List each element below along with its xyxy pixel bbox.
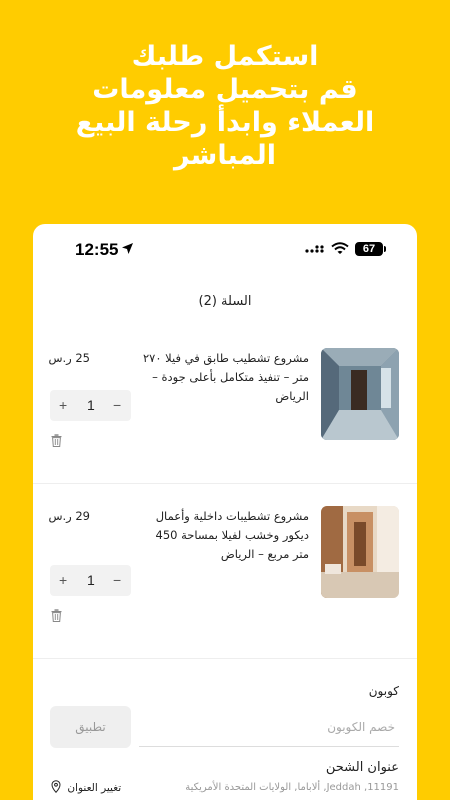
headline-line-2: قم بتحميل معلومات bbox=[92, 74, 358, 105]
quantity-value: 1 bbox=[87, 572, 95, 588]
minus-button[interactable]: − bbox=[113, 397, 121, 413]
phone-screen: 12:55 67 السلة (2) مشروع تشطيب طابق في ف… bbox=[33, 224, 417, 800]
battery-icon: 67 bbox=[355, 242, 383, 256]
wifi-icon bbox=[331, 242, 349, 254]
battery-tip bbox=[384, 246, 386, 252]
location-arrow-icon bbox=[122, 243, 133, 254]
divider bbox=[33, 658, 417, 659]
minus-button[interactable]: − bbox=[113, 572, 121, 588]
item-image-interior[interactable] bbox=[321, 506, 399, 598]
change-address-link[interactable]: تغيير العنوان bbox=[51, 780, 121, 794]
cellular-signal-icon bbox=[305, 245, 324, 253]
status-time: 12:55 bbox=[75, 240, 119, 259]
apply-coupon-button[interactable]: تطبيق bbox=[50, 706, 131, 748]
trash-icon[interactable] bbox=[51, 609, 62, 622]
item-price: 25 ر.س bbox=[48, 351, 90, 365]
plus-button[interactable]: + bbox=[59, 397, 67, 413]
headline-line-3: العملاء وابدأ رحلة البيع bbox=[75, 107, 375, 138]
status-bar: 12:55 67 bbox=[33, 224, 417, 276]
location-pin-icon bbox=[51, 780, 61, 794]
trash-icon[interactable] bbox=[51, 434, 62, 447]
change-address-label: تغيير العنوان bbox=[67, 782, 122, 794]
promo-headline: استكمل طلبك قم بتحميل معلومات العملاء وا… bbox=[0, 40, 450, 172]
item-name[interactable]: مشروع تشطيب طابق في فيلا ٢٧٠ متر – تنفيذ… bbox=[139, 349, 309, 406]
headline-line-1: استكمل طلبك bbox=[131, 41, 319, 72]
headline-line-4: المباشر bbox=[173, 140, 276, 171]
plus-button[interactable]: + bbox=[59, 572, 67, 588]
quantity-stepper: + 1 − bbox=[50, 565, 131, 596]
quantity-value: 1 bbox=[87, 397, 95, 413]
coupon-label: كوبون bbox=[368, 684, 399, 698]
cart-title: السلة (2) bbox=[198, 294, 252, 309]
item-price: 29 ر.س bbox=[48, 509, 90, 523]
quantity-stepper: + 1 − bbox=[50, 390, 131, 421]
coupon-input[interactable] bbox=[139, 707, 399, 747]
divider bbox=[33, 483, 417, 484]
shipping-title: عنوان الشحن bbox=[325, 760, 399, 775]
shipping-address: 11191, Jeddah, ألاباما, الولايات المتحدة… bbox=[185, 782, 399, 793]
item-name[interactable]: مشروع تشطيبات داخلية وأعمال ديكور وخشب ل… bbox=[139, 507, 310, 564]
item-image-corridor[interactable] bbox=[321, 348, 399, 440]
